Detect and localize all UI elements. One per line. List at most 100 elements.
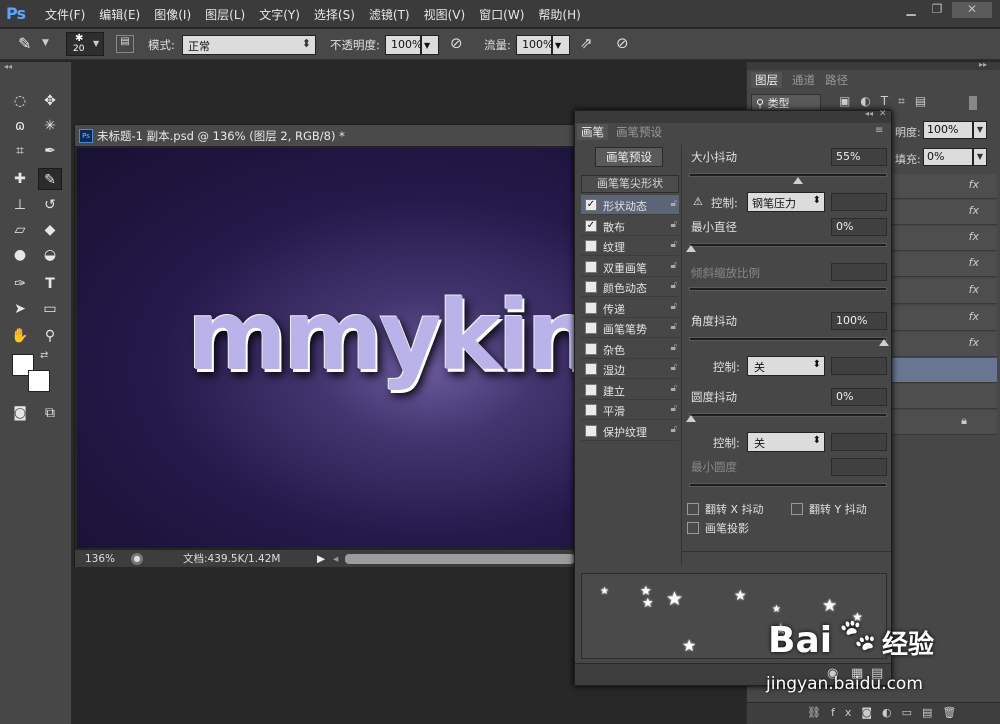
menu-type[interactable]: 文字(Y) [259,6,300,23]
marquee-icon[interactable]: ◌ [8,90,32,112]
background-color-swatch[interactable] [28,370,50,392]
roundness-jitter-input[interactable]: 0% [831,388,887,406]
expand-icon[interactable]: ▸▸ [979,60,987,69]
close-icon[interactable]: ✕ [879,109,887,119]
roundness-jitter-slider[interactable] [689,413,887,417]
magic-wand-icon[interactable]: ✳ [38,115,62,137]
brush-option-row[interactable]: 平滑 🔓︎ [581,400,679,420]
panel-menu-icon[interactable]: ≡ [875,125,883,136]
brush-presets-button[interactable]: 画笔预设 [595,147,663,167]
close-icon[interactable]: ✕ [952,2,992,18]
lock-icon[interactable]: 🔓︎ [671,321,677,332]
brush-option-row[interactable]: 湿边 🔓︎ [581,359,679,379]
brush-option-row[interactable]: 建立 🔓︎ [581,380,679,400]
menu-image[interactable]: 图像(I) [154,6,191,23]
menu-edit[interactable]: 编辑(E) [99,6,140,23]
tab-layers[interactable]: 图层 [751,72,782,88]
document-tab[interactable]: Ps 未标题-1 副本.psd @ 136% (图层 2, RGB/8) * [75,125,579,147]
fx-icon[interactable]: fx [969,336,979,349]
fx-icon[interactable]: fx [969,256,979,269]
pressure-opacity-icon[interactable]: ⊘ [450,34,463,52]
control-select-2[interactable]: 关 ⬍ [747,356,825,376]
zoom-level[interactable]: 136% [85,550,115,568]
brush-option-checkbox[interactable] [585,240,597,252]
lock-icon[interactable]: 🔓︎ [671,362,677,373]
brush-projection-checkbox[interactable] [687,522,699,534]
tab-paths[interactable]: 路径 [825,72,848,88]
control-select-1[interactable]: 钢笔压力 ⬍ [747,192,825,212]
crop-icon[interactable]: ⌗ [8,140,32,162]
collapse-icon[interactable]: ◂◂ [865,109,873,118]
slider-thumb[interactable] [686,415,696,422]
brush-option-row[interactable]: ✓ 散布 🔓︎ [581,216,679,236]
menu-filter[interactable]: 滤镜(T) [369,6,410,23]
opacity-input[interactable]: 100% [385,35,422,55]
healing-brush-icon[interactable]: ✚ [8,168,32,190]
zoom-icon[interactable]: ⚲ [38,325,62,347]
lock-icon[interactable]: 🔓︎ [671,342,677,353]
clone-stamp-icon[interactable]: ⊥ [8,194,32,216]
lock-icon[interactable]: 🔓︎ [671,219,677,230]
minimize-icon[interactable]: ▁ [900,2,922,18]
flow-dropdown[interactable]: ▼ [552,35,570,55]
brush-option-checkbox[interactable] [585,301,597,314]
menu-select[interactable]: 选择(S) [314,6,355,23]
type-icon[interactable]: T [38,273,62,295]
path-select-icon[interactable]: ➤ [8,298,32,320]
screen-mode-icon[interactable]: ⧉ [38,402,62,424]
lock-icon[interactable]: 🔓︎ [671,424,677,435]
angle-jitter-input[interactable]: 100% [831,312,887,330]
chevron-down-icon[interactable]: ▼ [42,38,49,48]
lock-icon[interactable]: 🔓︎ [671,383,677,394]
swap-colors-icon[interactable]: ⇄ [40,350,48,361]
fx-icon[interactable]: fx [969,283,979,296]
canvas[interactable]: mmyking [77,148,659,548]
brush-panel-toggle-icon[interactable]: ▤ [116,35,134,53]
slider-thumb[interactable] [793,177,803,184]
brush-option-checkbox[interactable] [585,322,597,334]
brush-option-checkbox[interactable] [585,404,597,416]
brush-option-checkbox[interactable] [585,342,597,355]
panel-drag-bar[interactable]: ◂◂ ✕ [575,109,891,123]
brush-option-row[interactable]: 保护纹理 🔓︎ [581,421,679,441]
lock-icon[interactable]: 🔓︎ [671,260,677,271]
rectangle-icon[interactable]: ▭ [38,298,62,320]
pressure-size-icon[interactable]: ⊘ [616,34,629,52]
flip-x-checkbox[interactable] [687,503,699,515]
flip-y-checkbox[interactable] [791,503,803,515]
menu-layer[interactable]: 图层(L) [205,6,245,23]
size-jitter-slider[interactable] [689,173,887,177]
brush-tip-shape-header[interactable]: 画笔笔尖形状 [581,175,679,193]
mode-select[interactable]: 正常 ⬍ [182,35,316,55]
lock-icon[interactable]: 🔓︎ [671,280,677,291]
horizontal-scrollbar[interactable] [345,554,575,564]
fx-icon[interactable]: fx [969,178,979,191]
min-diameter-input[interactable]: 0% [831,218,887,236]
chevron-down-icon[interactable]: ▼ [973,121,987,139]
brush-icon[interactable]: ✎ [38,168,62,190]
menu-window[interactable]: 窗口(W) [479,6,524,23]
eraser-icon[interactable]: ▱ [8,219,32,241]
size-jitter-input[interactable]: 55% [831,148,887,166]
brush-option-row[interactable]: ✓ 形状动态 🔓︎ [581,195,679,215]
lock-icon[interactable]: 🔓︎ [671,198,677,209]
lock-icon[interactable]: 🔓︎ [671,403,677,414]
hand-icon[interactable]: ✋ [8,325,32,347]
control-select-3[interactable]: 关 ⬍ [747,432,825,452]
dodge-icon[interactable]: ◒ [38,244,62,266]
brush-option-checkbox[interactable] [585,260,597,273]
eyedropper-icon[interactable]: ✒ [38,140,62,162]
status-info-icon[interactable]: ● [131,553,143,565]
fx-icon[interactable]: fx [969,204,979,217]
collapse-icon[interactable]: ◂◂ [4,62,12,71]
menu-help[interactable]: 帮助(H) [538,6,580,23]
brush-option-checkbox[interactable] [585,424,597,437]
brush-option-row[interactable]: 杂色 🔓︎ [581,339,679,359]
layer-fill-input[interactable]: 0% [923,148,973,166]
brush-option-row[interactable]: 颜色动态 🔓︎ [581,277,679,297]
layer-opacity-input[interactable]: 100% [923,121,973,139]
angle-jitter-slider[interactable] [689,337,887,341]
chevron-down-icon[interactable]: ▼ [973,148,987,166]
menu-view[interactable]: 视图(V) [424,6,466,23]
brush-option-row[interactable]: 双重画笔 🔓︎ [581,257,679,277]
